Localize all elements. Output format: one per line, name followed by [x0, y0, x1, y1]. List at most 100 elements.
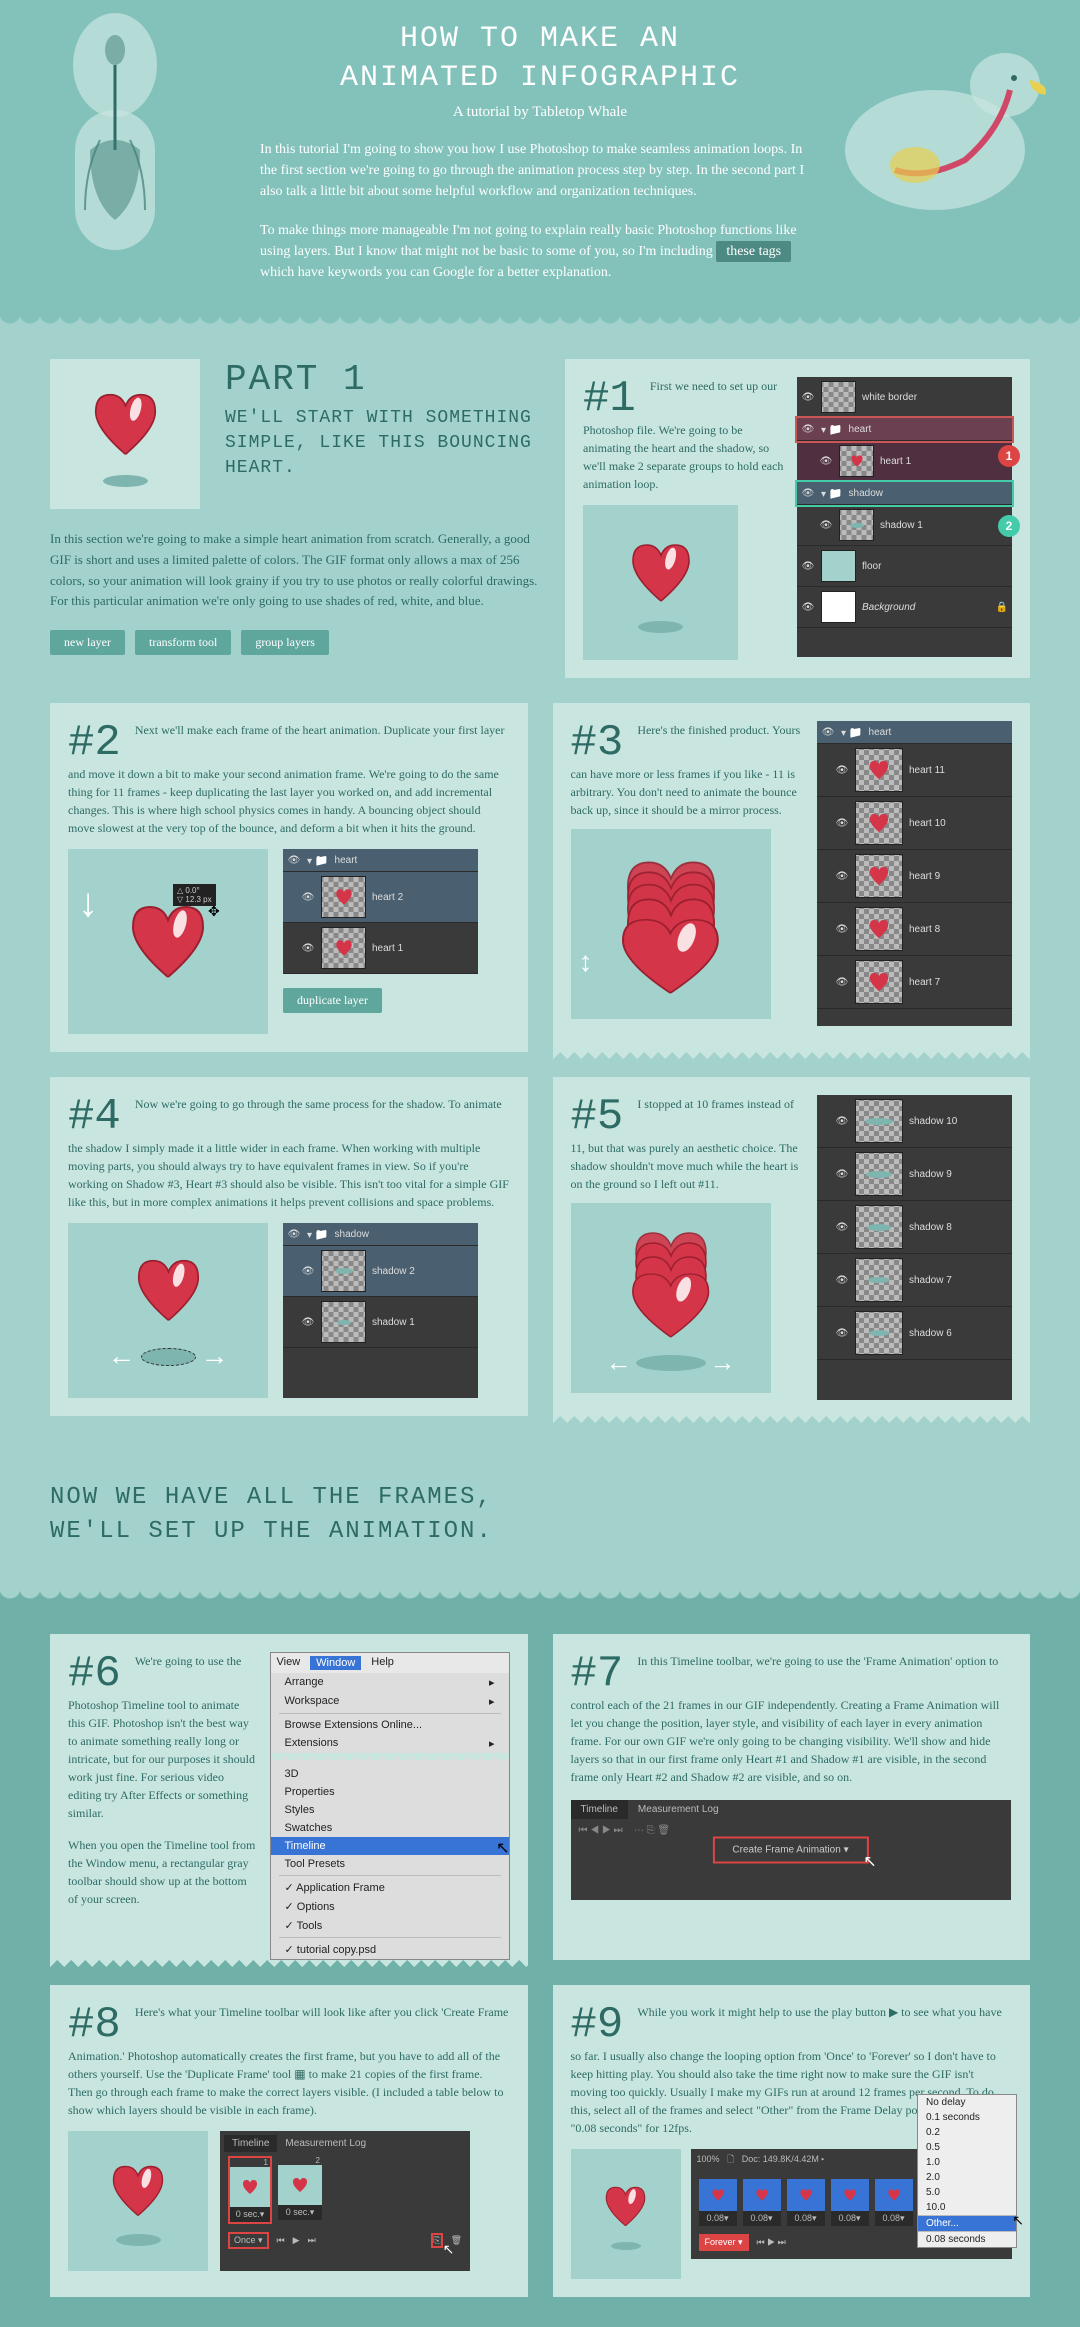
step-9-card: #9 While you work it might help to use t… — [553, 1985, 1031, 2297]
step-number: #5 — [571, 1095, 624, 1139]
menu-item[interactable]: ✓ tutorial copy.psd — [271, 1940, 509, 1959]
delay-option-current[interactable]: 0.08 seconds — [918, 2232, 1016, 2247]
badge-2: 2 — [998, 515, 1020, 537]
visibility-icon[interactable]: 👁 — [801, 390, 815, 404]
window-menu: View Window Help Arrange▸ Workspace▸ Brows… — [270, 1652, 510, 1960]
delay-option[interactable]: 0.2 — [918, 2125, 1016, 2140]
human-anatomy-illustration — [15, 10, 245, 290]
timeline-frame[interactable]: 0.08▾ — [875, 2179, 913, 2226]
duplicate-frame-button[interactable]: ⎘↖ — [431, 2233, 442, 2248]
layers-panel: 👁white border 👁▾ heart 👁heart 1 👁▾ shado… — [797, 377, 1012, 657]
menu-item[interactable]: Tool Presets — [271, 1855, 509, 1873]
badge-1: 1 — [998, 445, 1020, 467]
step3-preview: ↕ — [571, 829, 771, 1019]
intro-paragraph-1: In this tutorial I'm going to show you h… — [260, 139, 820, 202]
step-text: Next we'll make each frame of the heart … — [68, 723, 505, 835]
delay-option[interactable]: 10.0 — [918, 2200, 1016, 2215]
inline-tag: these tags — [716, 241, 791, 262]
part-title: PART 1 — [225, 359, 540, 400]
delay-option[interactable]: 0.1 seconds — [918, 2110, 1016, 2125]
loop-selector[interactable]: Once ▾ — [228, 2232, 269, 2249]
delay-option[interactable]: 1.0 — [918, 2155, 1016, 2170]
step2-preview: ↓ △ 0.0°▽ 12.3 px ✥ — [68, 849, 268, 1034]
menu-item[interactable]: ✓ Options — [271, 1897, 509, 1916]
step-number: #9 — [571, 2003, 624, 2047]
create-frame-animation-button[interactable]: Create Frame Animation ▾↖ — [712, 1837, 868, 1864]
scallop-divider — [0, 1588, 1080, 1604]
step-5-card: #5 I stopped at 10 frames instead of 11,… — [553, 1077, 1031, 1416]
menu-item[interactable]: Swatches — [271, 1819, 509, 1837]
menu-item[interactable]: Browse Extensions Online... — [271, 1716, 509, 1734]
delay-option[interactable]: No delay — [918, 2095, 1016, 2110]
step-2-card: #2 Next we'll make each frame of the hea… — [50, 703, 528, 1052]
menu-item-timeline[interactable]: Timeline↖ — [271, 1837, 509, 1855]
step4-preview: ← → — [68, 1223, 268, 1398]
delay-option[interactable]: 5.0 — [918, 2185, 1016, 2200]
intro-paragraph-2: To make things more manageable I'm not g… — [260, 220, 820, 283]
step8-preview — [68, 2131, 208, 2271]
menu-help[interactable]: Help — [371, 1656, 394, 1670]
byline: A tutorial by Tabletop Whale — [260, 104, 820, 121]
delay-option[interactable]: 2.0 — [918, 2170, 1016, 2185]
heart-preview-box — [50, 359, 200, 509]
measurement-tab[interactable]: Measurement Log — [628, 1800, 729, 1819]
menu-item[interactable]: ✓ Tools — [271, 1916, 509, 1935]
step-number: #6 — [68, 1652, 121, 1696]
layer-label: floor — [862, 561, 881, 572]
next-button[interactable]: ⏭ — [308, 2235, 316, 2246]
layer-group-shadow: shadow — [849, 488, 883, 499]
menu-view[interactable]: View — [277, 1656, 301, 1670]
step-number: #1 — [583, 377, 636, 421]
transform-tooltip: △ 0.0°▽ 12.3 px — [173, 884, 216, 906]
timeline-frame[interactable]: 0.08▾ — [699, 2179, 737, 2226]
delay-option-other[interactable]: Other... — [918, 2216, 1016, 2231]
timeline-frame[interactable]: 0.08▾ — [743, 2179, 781, 2226]
menu-item[interactable]: Arrange▸ — [271, 1673, 509, 1692]
loop-forever[interactable]: Forever ▾ — [699, 2234, 749, 2251]
layers-panel: 👁shadow 10 👁shadow 9 👁shadow 8 👁shadow 7… — [817, 1095, 1012, 1400]
prev-button[interactable]: ⏮ — [277, 2235, 285, 2246]
step-3-card: #3 Here's the finished product. Yours ca… — [553, 703, 1031, 1052]
cursor-icon: ↖ — [863, 1852, 876, 1872]
menu-item[interactable]: Workspace▸ — [271, 1692, 509, 1711]
timeline-frame[interactable]: 0.08▾ — [787, 2179, 825, 2226]
play-button[interactable]: ▶ — [293, 2235, 300, 2246]
tags-row: new layer transform tool group layers — [50, 630, 540, 655]
menu-item[interactable]: ✓ Application Frame — [271, 1878, 509, 1897]
right-arrow-icon: → — [201, 1341, 229, 1373]
menu-window[interactable]: Window — [310, 1656, 361, 1670]
down-arrow-icon: ↓ — [78, 879, 98, 926]
step-number: #7 — [571, 1652, 624, 1696]
menu-item[interactable]: Styles — [271, 1801, 509, 1819]
menu-item[interactable]: Extensions▸ — [271, 1734, 509, 1753]
layer-label: heart 1 — [880, 456, 911, 467]
heart-shadow — [103, 475, 148, 487]
step-7-card: #7 In this Timeline toolbar, we're going… — [553, 1634, 1031, 1960]
shadow-transform-box — [141, 1348, 196, 1366]
step-text: Here's what your Timeline toolbar will l… — [68, 2005, 508, 2117]
layer-group-heart: heart — [849, 424, 872, 435]
left-arrow-icon: ← — [606, 1348, 632, 1378]
tag-group-layers: group layers — [241, 630, 329, 655]
cursor-icon: ↖ — [496, 1838, 509, 1858]
step-8-card: #8 Here's what your Timeline toolbar wil… — [50, 1985, 528, 2297]
layer-label: shadow 1 — [880, 520, 923, 531]
step-text-2: When you open the Timeline tool from the… — [68, 1836, 258, 1908]
step-text: In this Timeline toolbar, we're going to… — [571, 1654, 1000, 1784]
part-subtitle: WE'LL START WITH SOMETHING SIMPLE, LIKE … — [225, 406, 540, 482]
cursor-icon: ↖ — [443, 2241, 455, 2258]
step-6-card: #6 We're going to use the Photoshop Time… — [50, 1634, 528, 1960]
tag-duplicate-layer: duplicate layer — [283, 988, 382, 1013]
layer-label: white border — [862, 392, 917, 403]
menu-item[interactable]: 3D — [271, 1765, 509, 1783]
header-section: HOW TO MAKE ANANIMATED INFOGRAPHIC A tut… — [0, 0, 1080, 313]
step1-preview — [583, 505, 738, 660]
scallop-divider — [0, 313, 1080, 329]
step-number: #4 — [68, 1095, 121, 1139]
step-text: Now we're going to go through the same p… — [68, 1097, 509, 1209]
timeline-frame[interactable]: 0.08▾ — [831, 2179, 869, 2226]
menu-item[interactable]: Properties — [271, 1783, 509, 1801]
tag-transform-tool: transform tool — [135, 630, 231, 655]
delay-option[interactable]: 0.5 — [918, 2140, 1016, 2155]
timeline-tab[interactable]: Timeline — [571, 1800, 628, 1819]
